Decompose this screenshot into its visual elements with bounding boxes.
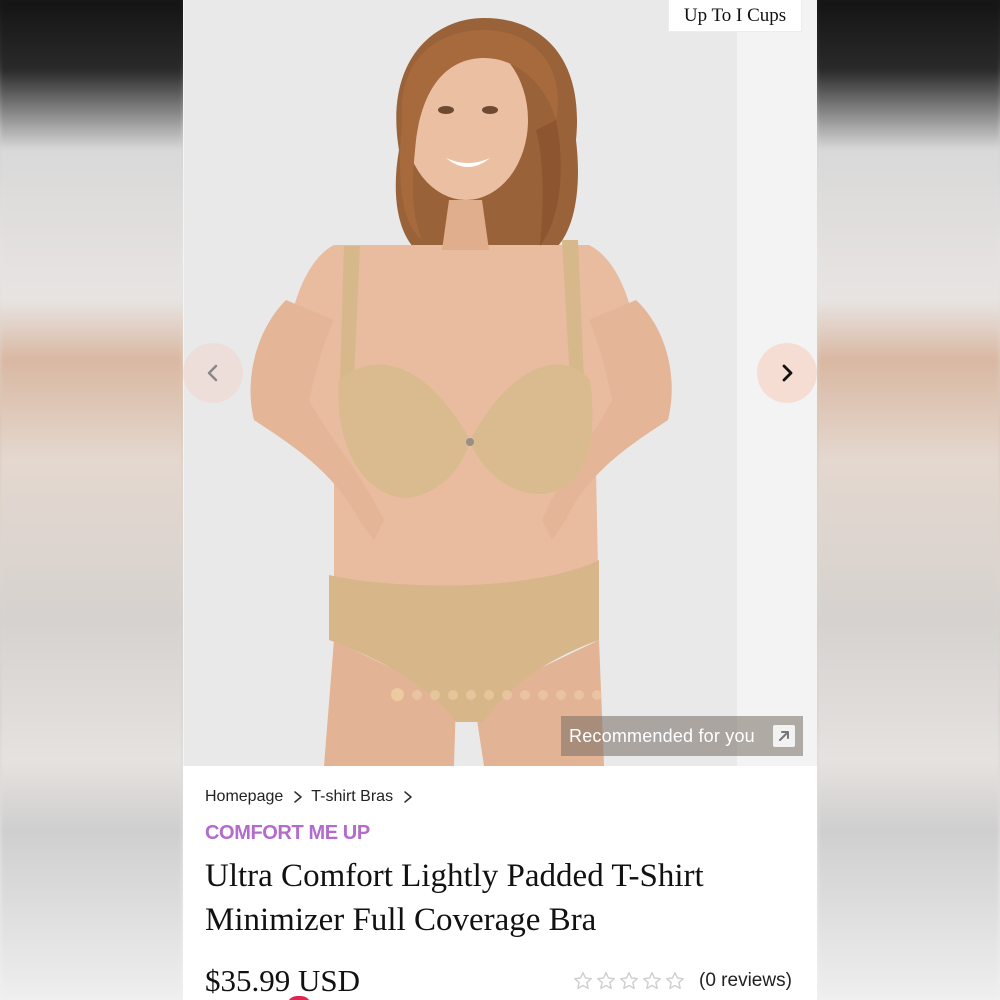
carousel-dot[interactable] [538, 689, 548, 700]
carousel-dot[interactable] [412, 689, 422, 700]
carousel-dot[interactable] [520, 689, 530, 700]
carousel-dot[interactable] [556, 689, 566, 700]
breadcrumb-homepage[interactable]: Homepage [205, 788, 283, 806]
background-blur-left [0, 0, 183, 1000]
carousel-dot[interactable] [484, 689, 494, 700]
cup-size-badge: Up To I Cups [668, 0, 802, 32]
product-price: $35.99 USD [205, 963, 361, 998]
background-blur-right [817, 0, 1000, 1000]
rating-stars [573, 971, 685, 991]
carousel-dot[interactable] [574, 689, 584, 700]
carousel-prev-button[interactable] [183, 343, 243, 403]
product-rating[interactable]: (0 reviews) [573, 970, 792, 992]
breadcrumb-tshirt-bras[interactable]: T-shirt Bras [311, 788, 393, 806]
star-outline-icon [666, 971, 684, 990]
product-image-carousel[interactable]: Up To I Cups Recommended for you [183, 0, 817, 766]
brand-link[interactable]: COMFORT ME UP [205, 822, 370, 845]
carousel-next-button[interactable] [757, 343, 817, 403]
carousel-pagination-dots [391, 688, 602, 701]
carousel-dot[interactable] [448, 689, 458, 700]
arrow-up-right-icon [773, 725, 795, 747]
carousel-dot[interactable] [466, 689, 476, 700]
chevron-right-icon [403, 790, 413, 804]
star-outline-icon [643, 971, 661, 990]
product-photo [184, 0, 737, 766]
recommended-label: Recommended for you [569, 725, 755, 746]
star-outline-icon [620, 971, 638, 990]
product-page: Up To I Cups Recommended for you Homepag… [183, 0, 817, 1000]
star-outline-icon [597, 971, 615, 990]
chevron-right-icon [293, 790, 303, 804]
product-title: Ultra Comfort Lightly Padded T-Shirt Min… [205, 858, 704, 938]
carousel-dot[interactable] [502, 689, 512, 700]
chevron-right-icon [782, 364, 793, 382]
model-wearing-bra-image [184, 0, 737, 766]
breadcrumb: Homepage T-shirt Bras [205, 788, 421, 806]
carousel-dot[interactable] [592, 689, 602, 700]
reviews-count: (0 reviews) [699, 970, 792, 991]
carousel-dot[interactable] [430, 689, 440, 700]
recommended-for-you-button[interactable]: Recommended for you [561, 716, 803, 756]
carousel-dot[interactable] [391, 688, 404, 701]
star-outline-icon [574, 971, 592, 990]
chevron-left-icon [207, 364, 218, 382]
